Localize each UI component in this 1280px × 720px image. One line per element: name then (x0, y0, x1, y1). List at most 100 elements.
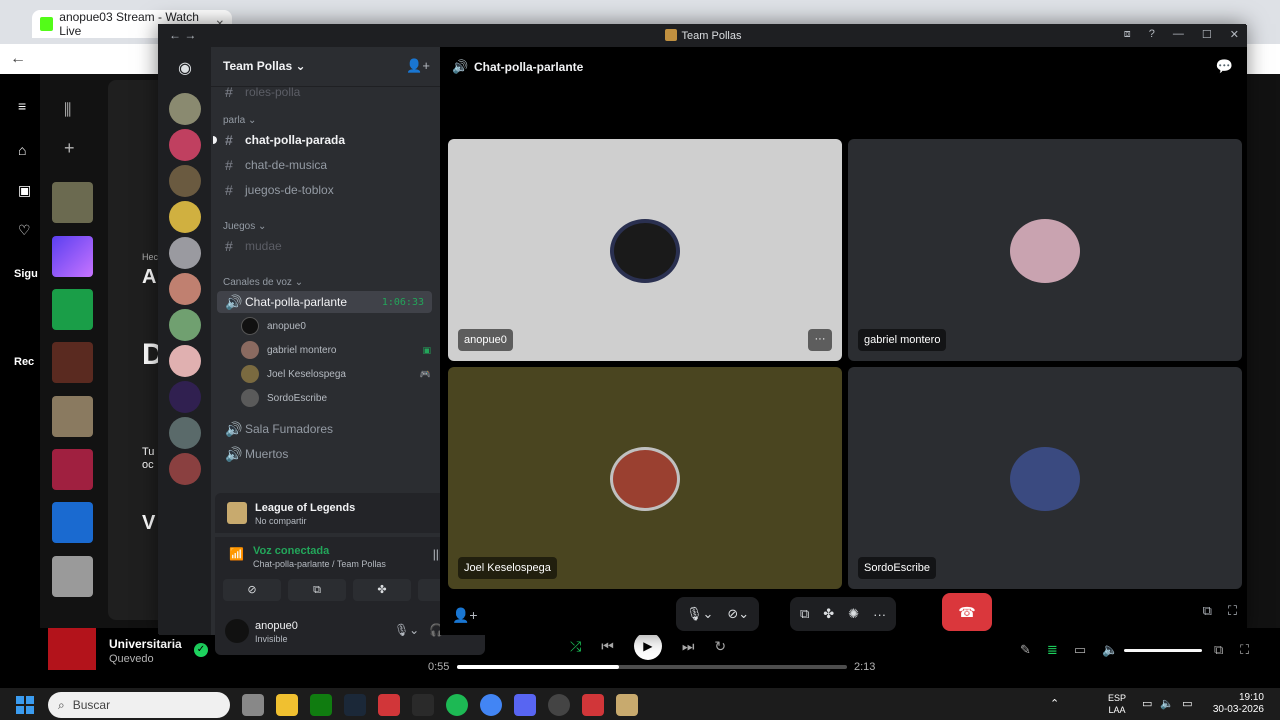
task-view-icon[interactable] (242, 694, 264, 716)
voice-user[interactable]: SordoEscribe (241, 387, 431, 409)
activities-icon[interactable]: ✤ (823, 606, 834, 622)
user-name[interactable]: anopue0 (255, 620, 298, 632)
spotify-icon[interactable] (446, 694, 468, 716)
channel-item-mudae[interactable]: # mudae (217, 235, 432, 257)
channel-item-partial[interactable]: # roles-polla (217, 85, 432, 99)
server-icon[interactable] (169, 309, 201, 341)
microphone-icon[interactable]: 🎙⌄ (686, 606, 713, 622)
screen-share-icon[interactable]: ⧉ (800, 606, 809, 622)
channel-item-chat-polla-parada[interactable]: # chat-polla-parada (217, 129, 432, 151)
category-voz[interactable]: Canales de voz ⌄ (223, 277, 303, 288)
library-tile[interactable] (52, 182, 93, 223)
channel-item-juegos-de-toblox[interactable]: # juegos-de-toblox (217, 179, 432, 201)
screen-share-button[interactable]: ⧉ (288, 579, 346, 601)
channel-item-chat-de-musica[interactable]: # chat-de-musica (217, 154, 432, 176)
close-icon[interactable]: ✕ (1230, 28, 1239, 41)
battery-icon[interactable]: ▭ (1182, 697, 1192, 710)
inbox-icon[interactable]: ⧈ (1124, 28, 1131, 41)
xbox-icon[interactable] (310, 694, 332, 716)
category-juegos[interactable]: Juegos ⌄ (223, 221, 266, 232)
server-icon[interactable] (169, 165, 201, 197)
participant-tile[interactable]: SordoEscribe (848, 367, 1242, 589)
language-indicator[interactable]: ESP LAA (1108, 692, 1126, 716)
chat-icon[interactable]: 💬 (1216, 58, 1233, 75)
epic-games-icon[interactable] (412, 694, 434, 716)
server-icon[interactable] (169, 345, 201, 377)
discord-home-icon[interactable]: ◉ (169, 53, 201, 85)
chevron-up-icon[interactable]: ⌃ (1050, 697, 1059, 710)
track-artist[interactable]: Quevedo (109, 653, 154, 665)
server-icon[interactable] (169, 237, 201, 269)
saved-check-icon[interactable]: ✓ (194, 643, 208, 657)
file-explorer-icon[interactable] (276, 694, 298, 716)
windows-start-icon[interactable] (16, 696, 34, 714)
taskbar-search[interactable]: ⌕ Buscar (48, 692, 230, 718)
camera-off-button[interactable]: ⊘ (223, 579, 281, 601)
voice-user[interactable]: anopue0 (241, 315, 431, 337)
maximize-icon[interactable]: ☐ (1202, 28, 1212, 41)
voice-channel-muertos[interactable]: 🔊 Muertos (217, 443, 432, 465)
library-icon[interactable]: ▣ (18, 182, 31, 199)
progress-bar[interactable] (457, 665, 847, 669)
avatar[interactable] (225, 619, 249, 643)
participant-tile[interactable]: gabriel montero (848, 139, 1242, 361)
voice-status[interactable]: Voz conectada (253, 545, 329, 557)
volume-slider[interactable] (1124, 649, 1202, 652)
category-parla[interactable]: parla ⌄ (223, 115, 256, 126)
invite-user-icon[interactable]: 👤+ (406, 58, 430, 74)
camera-off-icon[interactable]: ⊘⌄ (727, 606, 749, 622)
volume-icon[interactable]: 🔈 (1160, 697, 1174, 710)
library-tile[interactable] (52, 556, 93, 597)
track-cover[interactable] (48, 628, 96, 670)
more-options-icon[interactable]: ··· (808, 329, 832, 351)
server-icon[interactable] (169, 417, 201, 449)
voice-user[interactable]: Joel Keselospega 🎮 (241, 363, 431, 385)
server-icon[interactable] (169, 453, 201, 485)
discord-icon[interactable] (514, 694, 536, 716)
server-icon[interactable] (169, 129, 201, 161)
saved-episodes-tile[interactable] (52, 289, 93, 330)
menu-icon[interactable]: ≡ (18, 98, 26, 114)
library-tile[interactable] (52, 502, 93, 543)
participant-tile[interactable]: anopue0 ··· (448, 139, 842, 361)
minimize-icon[interactable]: — (1173, 28, 1184, 41)
clock[interactable]: 19:10 30-03-2026 (1210, 692, 1264, 716)
more-icon[interactable]: ··· (873, 607, 886, 622)
liked-songs-tile[interactable] (52, 236, 93, 277)
voice-channel-path[interactable]: Chat-polla-parlante / Team Pollas (253, 559, 386, 569)
app-icon[interactable] (582, 694, 604, 716)
league-of-legends-icon[interactable] (616, 694, 638, 716)
home-icon[interactable]: ⌂ (18, 142, 26, 158)
library-tile[interactable] (52, 449, 93, 490)
participant-tile[interactable]: Joel Keselospega (448, 367, 842, 589)
library-toggle-icon[interactable]: ⫼ (64, 102, 71, 120)
hang-up-button[interactable]: ☎ (942, 593, 992, 631)
chrome-icon[interactable] (480, 694, 502, 716)
help-icon[interactable]: ? (1149, 28, 1155, 41)
signal-icon[interactable]: 📶 (229, 547, 244, 561)
guild-header[interactable]: Team Pollas ⌄ 👤+ (211, 47, 440, 87)
invite-user-icon[interactable]: 👤+ (452, 607, 478, 624)
app-icon[interactable] (548, 694, 570, 716)
network-icon[interactable]: ▭ (1142, 697, 1152, 710)
steam-icon[interactable] (344, 694, 366, 716)
fullscreen-icon[interactable]: ⛶ (1228, 603, 1237, 619)
pop-out-icon[interactable]: ⧉ (1203, 603, 1212, 619)
voice-channel-active[interactable]: 🔊 Chat-polla-parlante 1:06:33 (217, 291, 432, 313)
server-icon[interactable] (169, 381, 201, 413)
soundboard-icon[interactable]: ✺ (848, 606, 859, 622)
server-icon[interactable] (169, 201, 201, 233)
back-arrow-icon[interactable]: ← (10, 50, 26, 68)
voice-channel-sala-fumadores[interactable]: 🔊 Sala Fumadores (217, 418, 432, 440)
server-icon[interactable] (169, 273, 201, 305)
guild-name[interactable]: Team Pollas ⌄ (223, 59, 306, 73)
microphone-icon[interactable]: 🎙⌄ (394, 623, 419, 637)
voice-user[interactable]: gabriel montero ▣ (241, 339, 431, 361)
app-icon[interactable] (378, 694, 400, 716)
library-tile[interactable] (52, 342, 93, 383)
track-title[interactable]: Universitaria (109, 637, 182, 651)
server-icon[interactable] (169, 93, 201, 125)
library-tile[interactable] (52, 396, 93, 437)
add-icon[interactable]: + (64, 138, 75, 159)
heart-icon[interactable]: ♡ (18, 222, 31, 239)
